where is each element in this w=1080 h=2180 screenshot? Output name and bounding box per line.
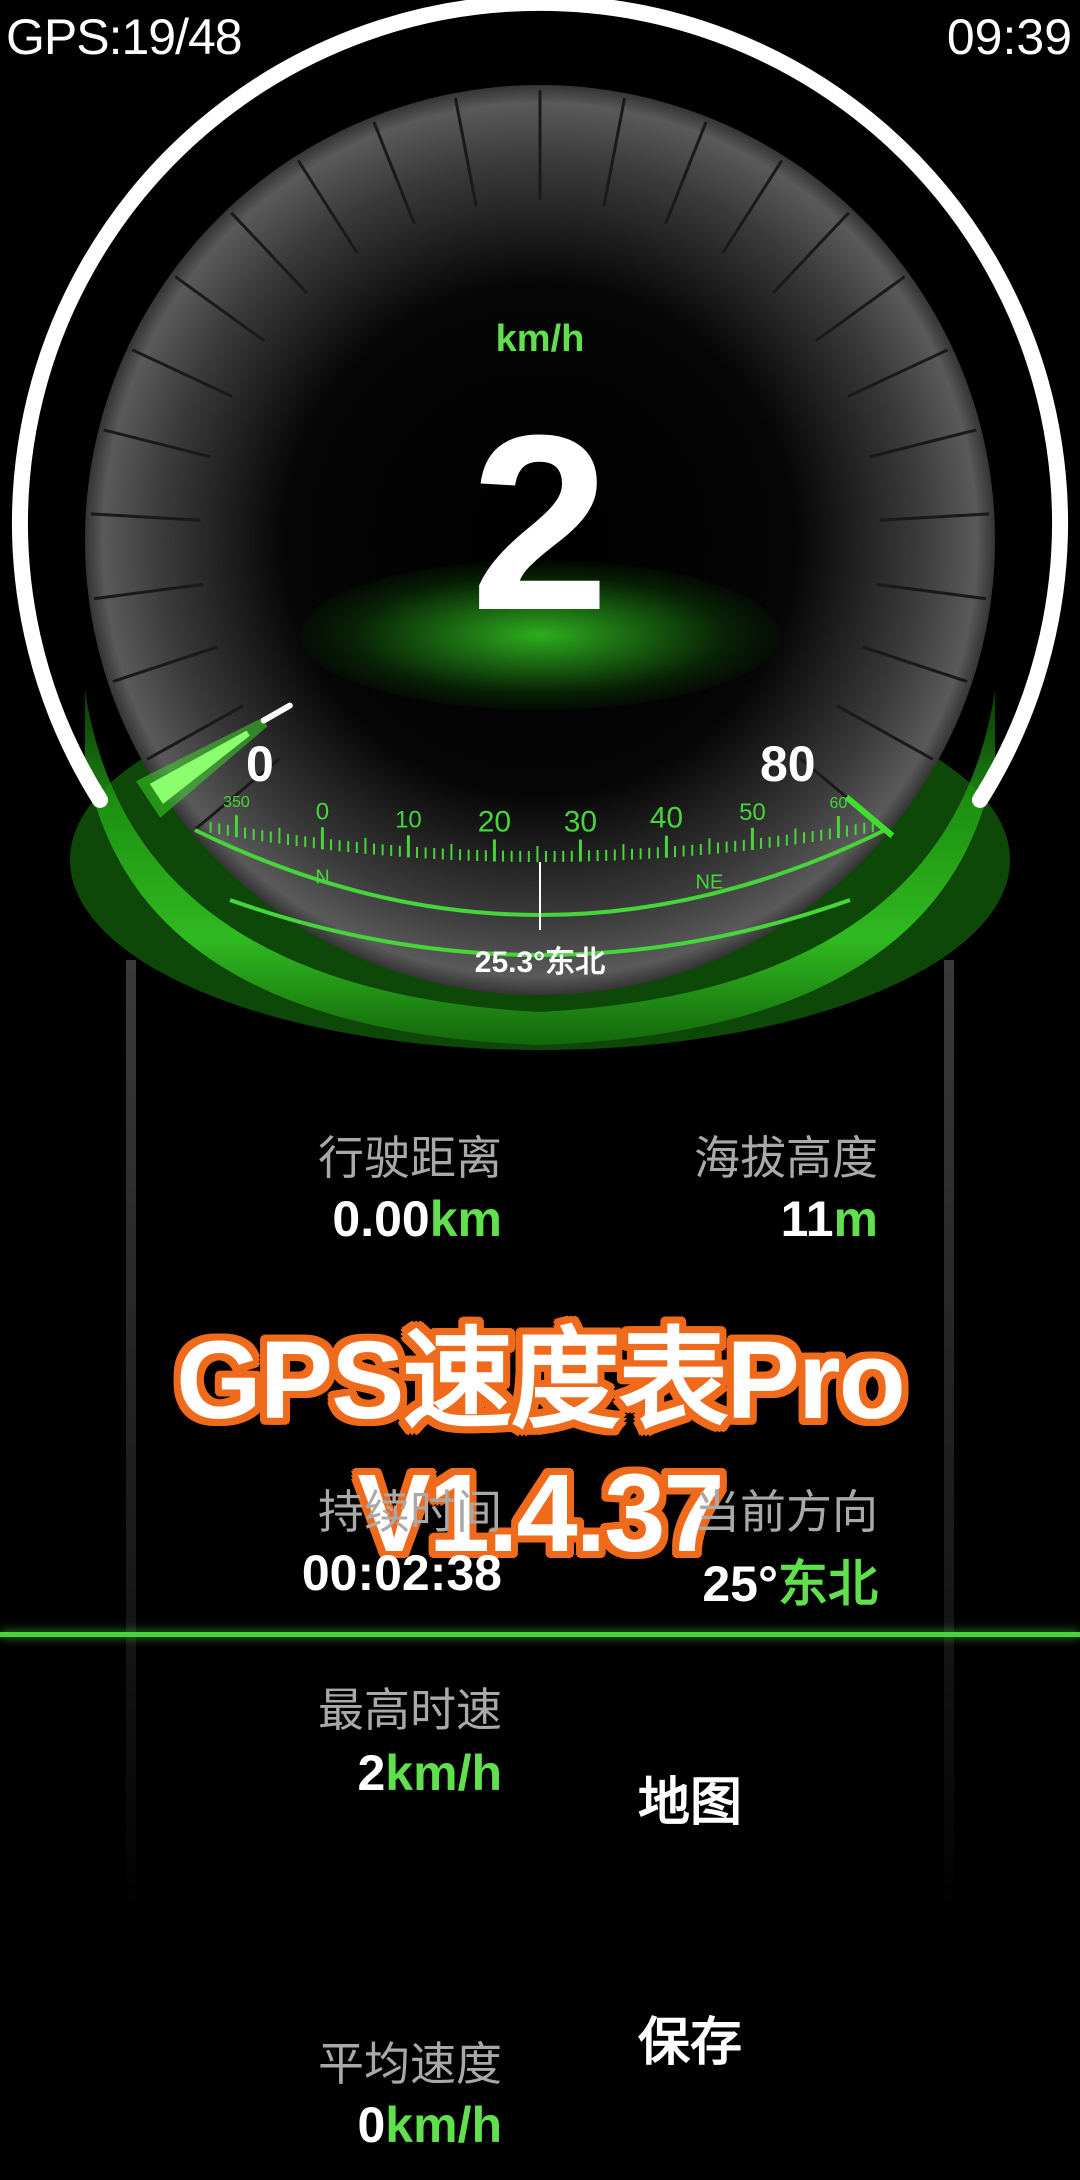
compass-cardinal-label: NE xyxy=(696,871,724,893)
altitude-label: 海拔高度 xyxy=(694,1132,878,1184)
compass-tick-label: 0 xyxy=(316,798,329,825)
version-banner: GPS速度表Pro V1.4.37 xyxy=(176,1319,906,1575)
direction-number: 25° xyxy=(702,1556,778,1612)
max-speed-unit: km/h xyxy=(385,1745,502,1801)
compass-tick-label: 60 xyxy=(830,795,848,812)
compass-tick-label: 10 xyxy=(395,806,422,833)
compass-tick-label: 30 xyxy=(564,806,597,839)
altitude-unit: m xyxy=(833,1191,878,1247)
scale-min-label: 0 xyxy=(246,736,274,792)
avg-speed-value: 0km/h xyxy=(357,2096,502,2154)
distance-label: 行驶距离 xyxy=(318,1132,502,1184)
gps-status: GPS:19/48 xyxy=(6,9,243,65)
speed-value: 2 xyxy=(470,383,610,662)
distance-value: 0.00km xyxy=(332,1190,502,1248)
clock: 09:39 xyxy=(946,9,1072,65)
distance-number: 0.00 xyxy=(332,1191,430,1247)
duration-value: 00:02:38 xyxy=(301,1545,502,1601)
speed-unit: km/h xyxy=(495,318,585,360)
avg-speed-number: 0 xyxy=(357,2097,386,2153)
max-speed-label: 最高时速 xyxy=(318,1684,502,1736)
map-button[interactable]: 地图 xyxy=(638,1760,742,1835)
avg-speed-label: 平均速度 xyxy=(318,2038,502,2090)
duration-label: 持续时间 xyxy=(318,1486,502,1538)
altitude-value: 11m xyxy=(781,1190,878,1248)
compass-tick-label: 20 xyxy=(478,805,511,838)
scale-max-label: 80 xyxy=(760,736,816,792)
direction-label: 当前方向 xyxy=(694,1486,878,1538)
heading-readout: 25.3°东北 xyxy=(474,946,606,979)
max-speed-number: 2 xyxy=(357,1745,386,1801)
direction-unit: 东北 xyxy=(778,1556,878,1612)
green-divider xyxy=(0,1632,1080,1637)
avg-speed-unit: km/h xyxy=(385,2097,502,2153)
compass-tick-label: 40 xyxy=(650,802,683,835)
compass-tick-label: 350 xyxy=(223,794,250,811)
altitude-number: 11 xyxy=(780,1191,834,1247)
compass-tick-label: 50 xyxy=(739,799,766,826)
compass-cardinal-label: N xyxy=(315,866,329,888)
max-speed-value: 2km/h xyxy=(357,1744,502,1802)
direction-value: 25°东北 xyxy=(702,1544,878,1616)
distance-unit: km xyxy=(429,1191,502,1247)
save-button[interactable]: 保存 xyxy=(638,2000,742,2075)
